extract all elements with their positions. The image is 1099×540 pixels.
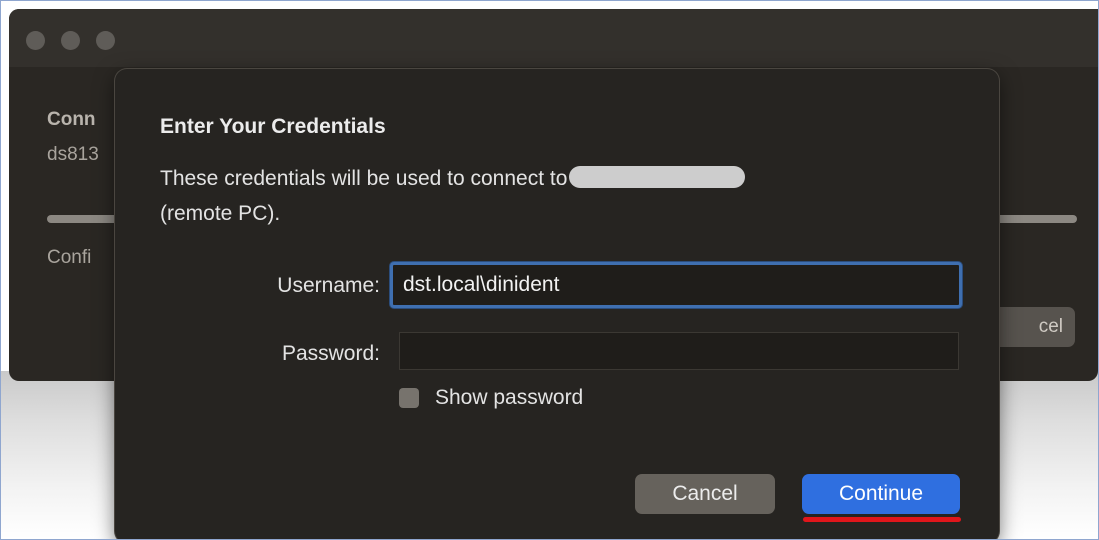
connection-heading: Conn: [47, 109, 96, 130]
show-password-label: Show password: [435, 386, 584, 409]
dialog-title: Enter Your Credentials: [160, 115, 386, 138]
host-name: ds813: [47, 144, 99, 165]
redacted-host: [569, 166, 746, 188]
zoom-window-button[interactable]: [96, 31, 115, 50]
message-suffix: (remote PC).: [160, 202, 281, 225]
cancel-button[interactable]: Cancel: [635, 474, 775, 514]
password-label: Password:: [281, 342, 380, 365]
show-password-checkbox[interactable]: [399, 388, 419, 408]
show-password-option[interactable]: Show password: [399, 386, 583, 410]
message-prefix: These credentials will be used to connec…: [160, 167, 568, 190]
screenshot-frame: Conn ds813 Confi cel Enter Your Credenti…: [0, 0, 1099, 540]
username-field[interactable]: [390, 262, 962, 308]
minimize-window-button[interactable]: [61, 31, 80, 50]
continue-highlight-underline: [803, 517, 961, 522]
close-window-button[interactable]: [26, 31, 45, 50]
credentials-dialog: Enter Your Credentials These credentials…: [115, 69, 999, 539]
window-titlebar: [9, 9, 1098, 67]
dialog-message: These credentials will be used to connec…: [160, 161, 940, 231]
connection-status-text: Confi: [47, 247, 92, 268]
continue-button[interactable]: Continue: [802, 474, 960, 514]
password-field[interactable]: [399, 332, 959, 370]
username-label: Username:: [277, 274, 380, 297]
